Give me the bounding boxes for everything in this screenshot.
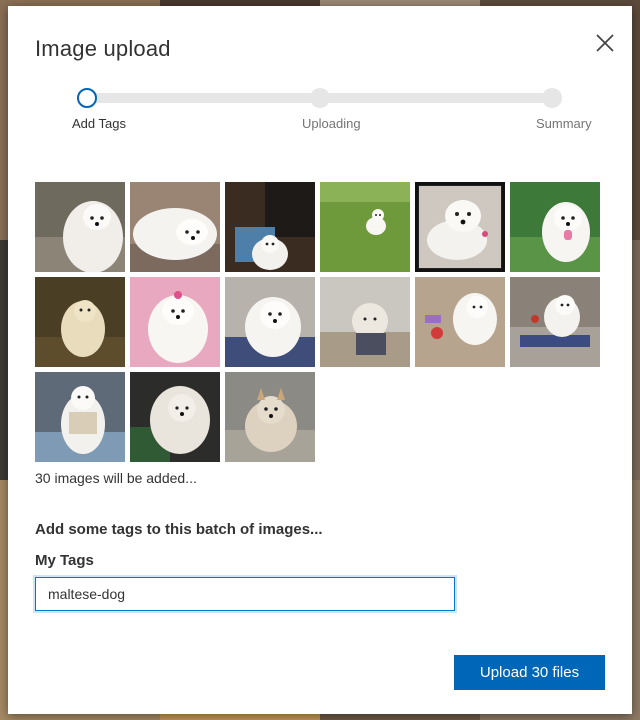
- progress-stepper: Add Tags Uploading Summary: [8, 6, 632, 146]
- tags-prompt: Add some tags to this batch of images...: [35, 521, 323, 538]
- image-thumbnail[interactable]: [320, 182, 410, 272]
- image-thumbnail[interactable]: [35, 182, 125, 272]
- step-add-tags-dot: [77, 88, 97, 108]
- step-summary-dot: [542, 88, 562, 108]
- my-tags-label: My Tags: [35, 552, 94, 569]
- step-add-tags-label: Add Tags: [72, 116, 126, 131]
- image-thumbnail[interactable]: [130, 372, 220, 462]
- image-thumbnail[interactable]: [35, 277, 125, 367]
- step-summary-label: Summary: [536, 116, 592, 131]
- image-thumbnail[interactable]: [510, 182, 600, 272]
- image-thumbnail[interactable]: [130, 277, 220, 367]
- image-thumbnail-selected[interactable]: [415, 182, 505, 272]
- image-thumbnail[interactable]: [320, 277, 410, 367]
- image-thumbnail[interactable]: [130, 182, 220, 272]
- image-thumbnail[interactable]: [225, 277, 315, 367]
- image-thumbnail[interactable]: [225, 182, 315, 272]
- image-thumbnail[interactable]: [415, 277, 505, 367]
- thumbnail-grid: [35, 182, 605, 462]
- upload-files-button[interactable]: Upload 30 files: [454, 655, 605, 690]
- image-thumbnail[interactable]: [225, 372, 315, 462]
- image-thumbnail[interactable]: [510, 277, 600, 367]
- images-count-text: 30 images will be added...: [35, 470, 197, 486]
- step-uploading-label: Uploading: [302, 116, 361, 131]
- step-uploading-dot: [310, 88, 330, 108]
- image-upload-dialog: Image upload Add Tags Uploading Summary: [8, 6, 632, 714]
- image-thumbnail[interactable]: [35, 372, 125, 462]
- tags-input[interactable]: [35, 577, 455, 611]
